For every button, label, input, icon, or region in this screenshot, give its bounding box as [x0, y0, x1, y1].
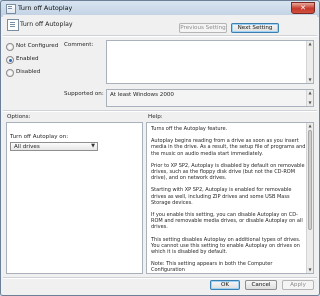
- ok-button[interactable]: OK: [210, 280, 240, 290]
- options-panel: Turn off Autoplay on: All drives ▼: [6, 122, 143, 274]
- radio-label: Enabled: [16, 56, 39, 62]
- radio-button[interactable]: [6, 56, 14, 64]
- dialog-content: Turn off Autoplay Previous Setting Next …: [3, 15, 317, 295]
- help-text: Turns off the Autoplay feature. Autoplay…: [151, 126, 306, 274]
- supported-on-label: Supported on:: [64, 91, 104, 97]
- setting-icon: [7, 19, 19, 31]
- supported-on-value: At least Windows 2000: [110, 92, 174, 98]
- dialog-window: Turn off Autoplay ✕ Turn off Autoplay Pr…: [0, 0, 320, 296]
- policy-name: Turn off Autoplay: [20, 21, 73, 28]
- section-divider: [3, 110, 317, 112]
- help-paragraph: Autoplay begins reading from a drive as …: [151, 138, 306, 157]
- title-bar[interactable]: Turn off Autoplay ✕: [1, 1, 319, 15]
- previous-setting-button[interactable]: Previous Setting: [179, 23, 227, 33]
- options-label: Options:: [7, 114, 31, 120]
- radio-button[interactable]: [6, 43, 14, 51]
- scroll-down-icon[interactable]: ▼: [307, 77, 313, 83]
- help-paragraph: This setting disables Autoplay on additi…: [151, 236, 301, 256]
- scroll-thumb[interactable]: [308, 130, 312, 230]
- next-setting-button[interactable]: Next Setting: [231, 23, 279, 33]
- radio-button[interactable]: [6, 69, 14, 77]
- help-label: Help:: [148, 114, 163, 120]
- drive-type-dropdown[interactable]: All drives ▼: [10, 142, 98, 151]
- chevron-down-icon: ▼: [91, 143, 95, 149]
- help-paragraph: Prior to XP SP2, Autoplay is disabled by…: [151, 162, 305, 182]
- help-paragraph: Starting with XP SP2, Autoplay is enable…: [151, 187, 292, 206]
- supported-on-field: At least Windows 2000 ▲ ▼: [106, 89, 314, 107]
- window-title: Turn off Autoplay: [18, 4, 73, 12]
- help-paragraph: Turns off the Autoplay feature.: [151, 126, 228, 132]
- scroll-up-icon[interactable]: ▲: [307, 90, 313, 96]
- close-button[interactable]: ✕: [291, 2, 315, 14]
- scroll-up-icon[interactable]: ▲: [307, 41, 313, 47]
- footer-divider: [3, 277, 317, 279]
- dropdown-value: All drives: [14, 144, 40, 150]
- supported-scrollbar[interactable]: ▲ ▼: [306, 90, 313, 106]
- scroll-down-icon[interactable]: ▼: [307, 267, 313, 273]
- turn-off-autoplay-on-label: Turn off Autoplay on:: [10, 134, 69, 140]
- header-divider: [3, 35, 317, 37]
- scroll-down-icon[interactable]: ▼: [307, 100, 313, 106]
- help-scrollbar[interactable]: ▲ ▼: [306, 123, 313, 273]
- help-panel: Turns off the Autoplay feature. Autoplay…: [146, 122, 314, 274]
- comment-label: Comment:: [64, 42, 94, 48]
- help-paragraph: If you enable this setting, you can disa…: [151, 212, 303, 231]
- comment-scrollbar[interactable]: ▲ ▼: [306, 41, 313, 83]
- cancel-button[interactable]: Cancel: [245, 280, 277, 290]
- apply-button[interactable]: Apply: [282, 280, 314, 290]
- policy-icon: [6, 4, 16, 14]
- comment-field[interactable]: ▲ ▼: [106, 40, 314, 84]
- help-paragraph: Note: This setting appears in both the C…: [151, 261, 273, 274]
- radio-label: Not Configured: [16, 43, 59, 49]
- radio-label: Disabled: [16, 69, 41, 75]
- scroll-up-icon[interactable]: ▲: [307, 123, 313, 129]
